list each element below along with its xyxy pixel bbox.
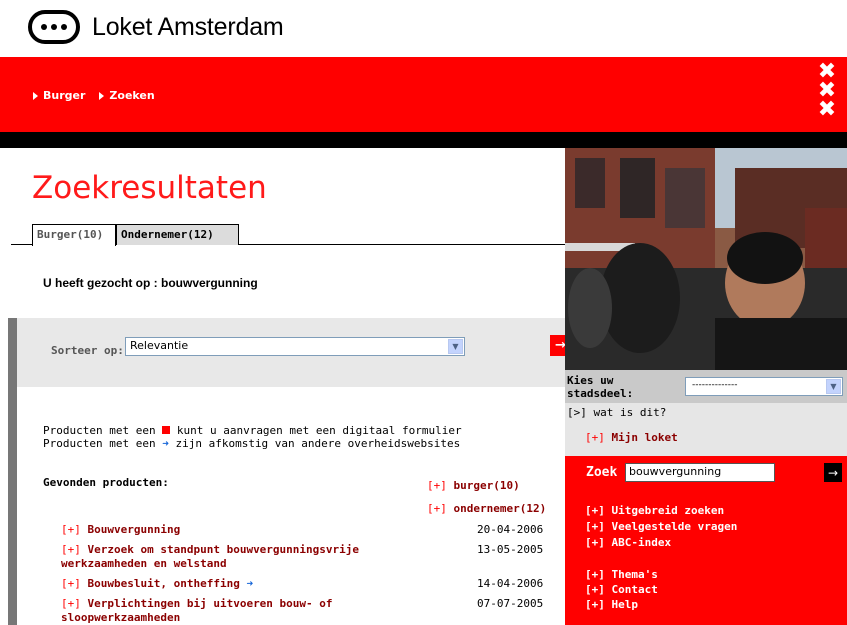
stadsdeel-header: Kies uw stadsdeel: -------------- ▼	[565, 370, 847, 403]
sort-panel: Sorteer op: Relevantie ▼ →	[8, 318, 571, 387]
blue-arrow-icon: ➜	[246, 577, 254, 590]
result-link[interactable]: [+] Bouwbesluit, ontheffing ➜	[61, 577, 401, 591]
found-products-label: Gevonden producten:	[43, 476, 169, 489]
red-square-icon	[162, 426, 171, 434]
logo-mark-icon	[28, 10, 80, 44]
breadcrumb-zoeken[interactable]: Zoeken	[99, 89, 155, 102]
result-link[interactable]: [+] Bouwvergunning	[61, 523, 401, 537]
what-is-this-link[interactable]: [>] wat is dit?	[565, 403, 847, 423]
header-photo	[565, 148, 847, 370]
site-header: Loket Amsterdam	[0, 0, 847, 57]
legend: Producten met een kunt u aanvragen met e…	[43, 424, 462, 450]
chevron-down-icon: ▼	[826, 379, 841, 394]
category-link-ondernemer[interactable]: [+] ondernemer(12)	[427, 502, 546, 515]
stadsdeel-select[interactable]: -------------- ▼	[685, 377, 843, 396]
link-abc-index[interactable]: [+] ABC-index	[585, 536, 671, 549]
page-title: Zoekresultaten	[32, 170, 267, 206]
stadsdeel-label: Kies uw stadsdeel:	[567, 374, 634, 400]
logo[interactable]: Loket Amsterdam	[28, 9, 284, 45]
link-veelgestelde-vragen[interactable]: [+] Veelgestelde vragen	[585, 520, 737, 533]
result-date: 14-04-2006	[477, 577, 544, 590]
left-accent-strip	[8, 387, 17, 625]
triangle-right-icon	[99, 91, 105, 100]
arrow-right-icon: →	[827, 465, 839, 480]
result-date: 07-07-2005	[477, 597, 544, 610]
nav-bar: Burger Zoeken ✖ ✖ ✖	[0, 57, 847, 132]
link-contact[interactable]: [+] Contact	[585, 583, 658, 596]
mijn-loket-link[interactable]: [+] Mijn loket	[565, 423, 847, 456]
result-date: 13-05-2005	[477, 543, 544, 556]
amsterdam-xxx-icon: ✖ ✖ ✖	[817, 59, 837, 122]
logo-text: Loket Amsterdam	[92, 12, 284, 41]
sort-label: Sorteer op:	[51, 344, 124, 357]
stadsdeel-panel: Kies uw stadsdeel: -------------- ▼ [>] …	[565, 370, 847, 423]
street-crowd-photo-image	[565, 148, 847, 370]
divider-bar	[0, 132, 847, 148]
search-label: Zoek	[586, 465, 618, 480]
category-link-burger[interactable]: [+] burger(10)	[427, 479, 520, 492]
link-uitgebreid-zoeken[interactable]: [+] Uitgebreid zoeken	[585, 504, 724, 517]
search-submit-button[interactable]: →	[824, 463, 842, 482]
triangle-right-icon	[33, 91, 38, 100]
legend-external-line: Producten met een ➜ zijn afkomstig van a…	[43, 437, 461, 450]
search-panel: Zoek bouwvergunning → [+] Uitgebreid zoe…	[565, 456, 847, 625]
link-help[interactable]: [+] Help	[585, 598, 638, 611]
tab-burger[interactable]: Burger(10)	[32, 224, 116, 246]
legend-form-line: Producten met een kunt u aanvragen met e…	[43, 424, 462, 437]
search-input[interactable]: bouwvergunning	[625, 463, 775, 482]
result-date: 20-04-2006	[477, 523, 544, 536]
breadcrumb: Burger Zoeken	[33, 89, 155, 102]
tab-ondernemer[interactable]: Ondernemer(12)	[116, 224, 239, 245]
link-themas[interactable]: [+] Thema's	[585, 568, 658, 581]
chevron-down-icon: ▼	[448, 339, 463, 354]
blue-arrow-icon: ➜	[162, 437, 169, 450]
search-query-summary: U heeft gezocht op : bouwvergunning	[43, 276, 258, 290]
sort-select[interactable]: Relevantie ▼	[125, 337, 465, 356]
result-link[interactable]: [+] Verplichtingen bij uitvoeren bouw- o…	[61, 597, 401, 625]
main-content: Zoekresultaten Burger(10) Ondernemer(12)…	[0, 148, 571, 625]
result-link[interactable]: [+] Verzoek om standpunt bouwvergunnings…	[61, 543, 401, 571]
sort-select-value: Relevantie	[130, 339, 189, 352]
breadcrumb-burger[interactable]: Burger	[33, 89, 85, 102]
